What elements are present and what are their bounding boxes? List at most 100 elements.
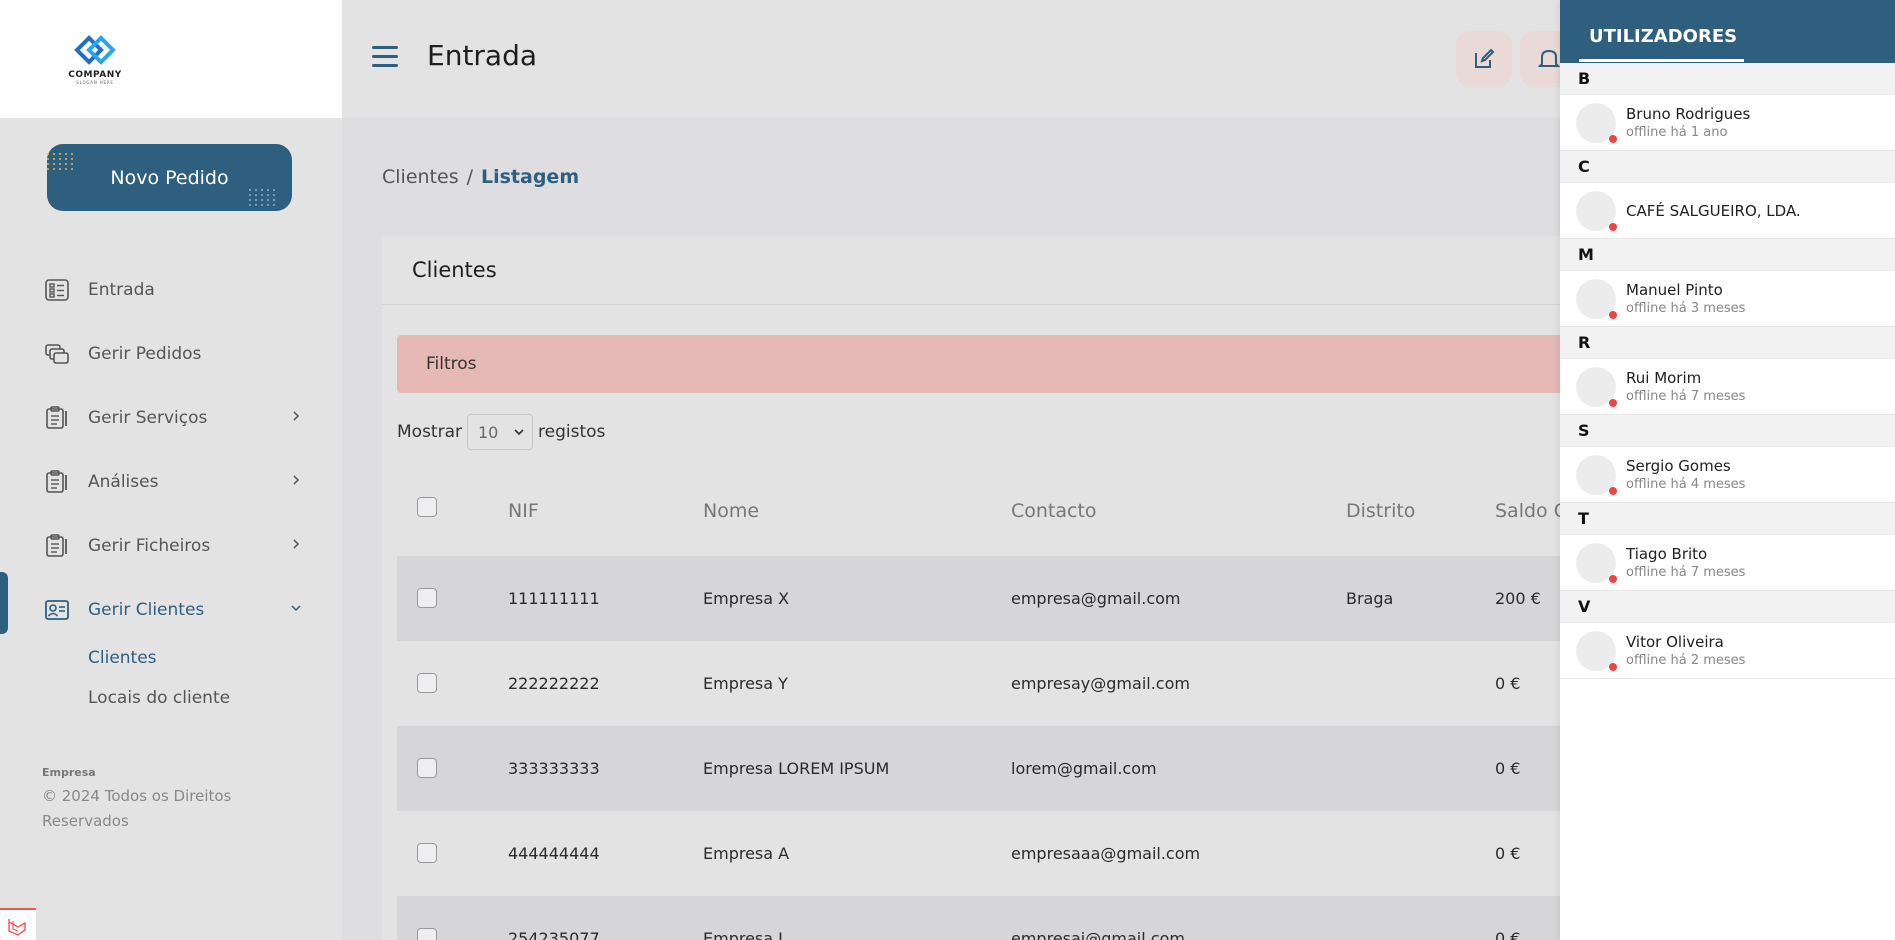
- user-status: offline há 2 meses: [1626, 653, 1746, 668]
- user-item[interactable]: Tiago Brito offline há 7 meses: [1560, 535, 1895, 591]
- client-card-icon: [45, 600, 69, 620]
- breadcrumb-parent[interactable]: Clientes: [382, 166, 459, 188]
- page-length-control: Mostrar 10 registos: [397, 414, 605, 450]
- column-header-nome[interactable]: Nome: [703, 500, 759, 522]
- page-size-value: 10: [478, 422, 499, 442]
- company-logo[interactable]: COMPANY SLOGAN HERE: [62, 32, 128, 90]
- sidebar-item-label: Entrada: [88, 280, 155, 300]
- hamburger-menu-icon[interactable]: [372, 46, 398, 68]
- footer-company: Empresa: [42, 766, 96, 779]
- user-status: offline há 3 meses: [1626, 301, 1746, 316]
- user-name: Bruno Rodrigues: [1626, 105, 1751, 123]
- users-panel-title[interactable]: UTILIZADORES: [1589, 26, 1737, 47]
- user-name: Vitor Oliveira: [1626, 633, 1724, 651]
- row-checkbox[interactable]: [417, 758, 437, 778]
- bell-icon: [1538, 49, 1560, 67]
- cell-saldo: 0 €: [1495, 674, 1521, 693]
- new-order-button[interactable]: Novo Pedido: [47, 144, 292, 211]
- sidebar-item-entrada[interactable]: Entrada: [0, 258, 342, 322]
- logo-text: COMPANY: [68, 70, 122, 80]
- cell-nif: 222222222: [508, 674, 600, 693]
- row-checkbox[interactable]: [417, 588, 437, 608]
- user-name: Rui Morim: [1626, 369, 1702, 387]
- offline-status-dot: [1609, 663, 1617, 671]
- chevron-right-icon: [293, 475, 300, 485]
- clients-table: NIF Nome Contacto Distrito Saldo C 11111…: [397, 476, 1632, 940]
- breadcrumb-current: Listagem: [481, 166, 580, 188]
- user-item[interactable]: Vitor Oliveira offline há 2 meses: [1560, 623, 1895, 679]
- user-item[interactable]: Sergio Gomes offline há 4 meses: [1560, 447, 1895, 503]
- offline-status-dot: [1609, 135, 1617, 143]
- cell-nome: Empresa J: [703, 929, 783, 940]
- sidebar-item-label: Gerir Serviços: [88, 408, 208, 428]
- chevron-right-icon: [293, 539, 300, 549]
- user-name: CAFÉ SALGUEIRO, LDA.: [1626, 202, 1801, 220]
- chevron-down-icon: [514, 429, 524, 436]
- column-header-distrito[interactable]: Distrito: [1346, 500, 1415, 522]
- sidebar-item-gerir-ficheiros[interactable]: Gerir Ficheiros: [0, 514, 342, 578]
- row-checkbox[interactable]: [417, 843, 437, 863]
- sidebar-subitem-locais[interactable]: Locais do cliente: [88, 688, 230, 708]
- column-header-saldo[interactable]: Saldo C: [1495, 500, 1567, 522]
- user-item[interactable]: Bruno Rodrigues offline há 1 ano: [1560, 95, 1895, 151]
- card-divider: [382, 304, 1632, 305]
- table-row[interactable]: 254235077 Empresa J empresaj@gmail.com 0…: [397, 896, 1632, 940]
- cell-contacto: empresaaa@gmail.com: [1011, 844, 1201, 863]
- laravel-icon: [0, 908, 36, 940]
- cell-contacto: lorem@gmail.com: [1011, 759, 1157, 778]
- sidebar-item-analises[interactable]: Análises: [0, 450, 342, 514]
- orders-icon: [45, 344, 69, 364]
- user-status: offline há 4 meses: [1626, 477, 1746, 492]
- cell-nif: 444444444: [508, 844, 600, 863]
- chevron-right-icon: [293, 411, 300, 421]
- sidebar-item-label: Gerir Ficheiros: [88, 536, 211, 556]
- group-letter: T: [1560, 503, 1895, 535]
- cell-contacto: empresa@gmail.com: [1011, 589, 1181, 608]
- users-panel: UTILIZADORES B Bruno Rodrigues offline h…: [1560, 0, 1895, 940]
- user-item[interactable]: Manuel Pinto offline há 3 meses: [1560, 271, 1895, 327]
- table-row[interactable]: 333333333 Empresa LOREM IPSUM lorem@gmai…: [397, 726, 1632, 811]
- edit-icon: [1475, 48, 1495, 68]
- offline-status-dot: [1609, 575, 1617, 583]
- user-name: Tiago Brito: [1626, 545, 1708, 563]
- user-item[interactable]: Rui Morim offline há 7 meses: [1560, 359, 1895, 415]
- group-letter: B: [1560, 63, 1895, 95]
- user-item[interactable]: CAFÉ SALGUEIRO, LDA.: [1560, 183, 1895, 239]
- cell-contacto: empresay@gmail.com: [1011, 674, 1190, 693]
- sidebar-subitem-clientes[interactable]: Clientes: [88, 648, 157, 668]
- page-size-select[interactable]: 10: [467, 414, 533, 450]
- user-name: Manuel Pinto: [1626, 281, 1723, 299]
- edit-button[interactable]: [1456, 31, 1512, 87]
- clipboard-icon: [46, 470, 67, 493]
- user-name: Sergio Gomes: [1626, 457, 1731, 475]
- table-row[interactable]: 444444444 Empresa A empresaaa@gmail.com …: [397, 811, 1632, 896]
- cell-saldo: 0 €: [1495, 844, 1521, 863]
- sidebar-item-label: Gerir Pedidos: [88, 344, 202, 364]
- cell-nome: Empresa LOREM IPSUM: [703, 759, 890, 778]
- user-status: offline há 1 ano: [1626, 125, 1728, 140]
- row-checkbox[interactable]: [417, 928, 437, 940]
- dashboard-icon: [45, 279, 69, 301]
- sidebar-item-label: Gerir Clientes: [88, 600, 205, 620]
- table-header: NIF Nome Contacto Distrito Saldo C: [397, 476, 1632, 556]
- cell-contacto: empresaj@gmail.com: [1011, 929, 1185, 940]
- group-letter: C: [1560, 151, 1895, 183]
- table-row[interactable]: 111111111 Empresa X empresa@gmail.com Br…: [397, 556, 1632, 641]
- cell-saldo: 0 €: [1495, 929, 1521, 940]
- user-status: offline há 7 meses: [1626, 389, 1746, 404]
- select-all-checkbox[interactable]: [417, 497, 437, 517]
- filters-toggle[interactable]: Filtros: [397, 335, 1632, 393]
- logo-slogan: SLOGAN HERE: [76, 80, 114, 85]
- offline-status-dot: [1609, 311, 1617, 319]
- sidebar-item-gerir-clientes[interactable]: Gerir Clientes: [0, 578, 342, 642]
- clipboard-icon: [46, 406, 67, 429]
- column-header-contacto[interactable]: Contacto: [1011, 500, 1097, 522]
- sidebar-item-gerir-pedidos[interactable]: Gerir Pedidos: [0, 322, 342, 386]
- column-header-nif[interactable]: NIF: [508, 500, 539, 522]
- cell-nif: 333333333: [508, 759, 600, 778]
- table-row[interactable]: 222222222 Empresa Y empresay@gmail.com 0…: [397, 641, 1632, 726]
- notifications-button[interactable]: [1520, 31, 1560, 87]
- sidebar-item-gerir-servicos[interactable]: Gerir Serviços: [0, 386, 342, 450]
- row-checkbox[interactable]: [417, 673, 437, 693]
- cell-nome: Empresa Y: [703, 674, 788, 693]
